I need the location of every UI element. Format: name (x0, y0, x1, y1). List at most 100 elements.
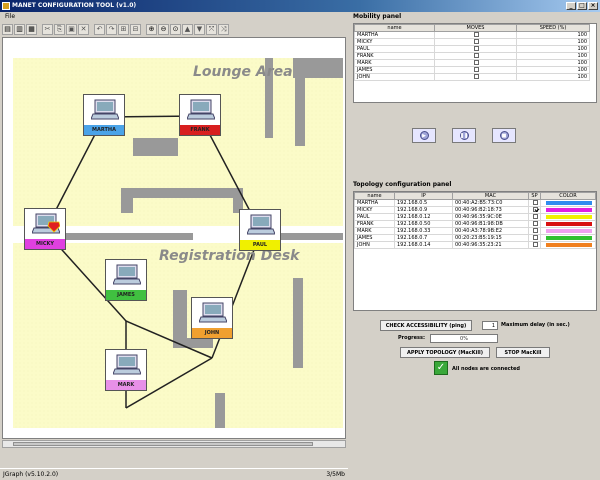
node-mark[interactable]: MARK (105, 349, 147, 391)
moves-checkbox[interactable] (474, 53, 479, 58)
mobility-table[interactable]: name MOVES SPEED (%) MARTHA 100 MICKY 100 PA… (354, 24, 590, 81)
moves-checkbox[interactable] (474, 32, 479, 37)
redo-icon[interactable]: ↷ (106, 23, 117, 35)
topology-color-cell[interactable] (540, 241, 596, 249)
topology-ip-cell[interactable]: 192.168.0.12 (394, 213, 453, 221)
sp-checkbox[interactable] (533, 235, 538, 240)
mobility-row[interactable]: PAUL 100 (354, 45, 590, 53)
topology-ip-cell[interactable]: 192.168.0.50 (394, 220, 453, 228)
topology-mac-cell[interactable]: 00:40:A2:B5:73:C0 (452, 199, 529, 207)
color-swatch[interactable] (545, 236, 593, 240)
sp-checkbox-cell[interactable] (528, 234, 541, 242)
node-micky[interactable]: MICKY (24, 208, 66, 250)
delay-spinner[interactable]: 1 (482, 321, 498, 330)
topology-col-sp[interactable]: SP (528, 192, 541, 200)
scroll-thumb[interactable] (13, 442, 313, 446)
topology-row[interactable]: MICKY 192.168.0.9 00:40:96:B2:18:73 (354, 206, 596, 214)
mobility-speed-cell[interactable]: 100 (516, 52, 590, 60)
mobility-col-name[interactable]: name (354, 24, 435, 32)
mobility-row[interactable]: FRANK 100 (354, 52, 590, 60)
front-icon[interactable]: ▲ (182, 23, 193, 35)
color-swatch[interactable] (545, 243, 593, 247)
new-icon[interactable]: ▤ (2, 23, 13, 35)
topology-row[interactable]: JAMES 192.168.0.7 00:20:23:B5:19:15 (354, 234, 596, 242)
mobility-row[interactable]: JOHN 100 (354, 73, 590, 81)
topology-color-cell[interactable] (540, 227, 596, 235)
topology-ip-cell[interactable]: 192.168.0.7 (394, 234, 453, 242)
close-button[interactable]: × (588, 2, 598, 10)
color-swatch[interactable] (545, 222, 593, 226)
color-swatch[interactable] (545, 201, 593, 205)
maximize-button[interactable]: □ (577, 2, 587, 10)
topology-col-name[interactable]: name (354, 192, 395, 200)
mobility-speed-cell[interactable]: 100 (516, 66, 590, 74)
node-martha[interactable]: MARTHA (83, 94, 125, 136)
moves-checkbox[interactable] (474, 46, 479, 51)
moves-checkbox-cell[interactable] (434, 66, 517, 74)
moves-checkbox[interactable] (474, 74, 479, 79)
moves-checkbox-cell[interactable] (434, 52, 517, 60)
color-swatch[interactable] (545, 215, 593, 219)
sp-checkbox[interactable] (533, 214, 538, 219)
topology-mac-cell[interactable]: 00:40:96:B2:18:73 (452, 206, 529, 214)
mobility-row[interactable]: JAMES 100 (354, 66, 590, 74)
delete-icon[interactable]: ✕ (78, 23, 89, 35)
topology-color-cell[interactable] (540, 206, 596, 214)
sp-checkbox-cell[interactable] (528, 206, 541, 214)
topology-ip-cell[interactable]: 192.168.0.14 (394, 241, 453, 249)
topology-ip-cell[interactable]: 192.168.0.33 (394, 227, 453, 235)
mobility-row[interactable]: MICKY 100 (354, 38, 590, 46)
stop-button[interactable]: ■ (492, 128, 516, 143)
sp-checkbox-cell[interactable] (528, 220, 541, 228)
play-button[interactable]: ▶ (412, 128, 436, 143)
topology-color-cell[interactable] (540, 213, 596, 221)
topology-row[interactable]: MARTHA 192.168.0.5 00:40:A2:B5:73:C0 (354, 199, 596, 207)
sp-checkbox[interactable] (533, 200, 538, 205)
sp-checkbox[interactable] (533, 207, 538, 212)
topology-color-cell[interactable] (540, 234, 596, 242)
zoom-out-icon[interactable]: ⊖ (158, 23, 169, 35)
sp-checkbox-cell[interactable] (528, 213, 541, 221)
node-paul[interactable]: PAUL (239, 209, 281, 251)
topology-mac-cell[interactable]: 00:40:96:35:23:21 (452, 241, 529, 249)
mobility-col-speed[interactable]: SPEED (%) (516, 24, 590, 32)
moves-checkbox-cell[interactable] (434, 38, 517, 46)
mobility-speed-cell[interactable]: 100 (516, 38, 590, 46)
sp-checkbox[interactable] (533, 228, 538, 233)
mobility-speed-cell[interactable]: 100 (516, 45, 590, 53)
ungroup-icon[interactable]: ⊟ (130, 23, 141, 35)
menu-file[interactable]: File (3, 12, 17, 22)
topology-mac-cell[interactable]: 00:40:96:B1:98:DB (452, 220, 529, 228)
topology-row[interactable]: PAUL 192.168.0.12 00:40:96:35:9C:0E (354, 213, 596, 221)
color-swatch[interactable] (545, 208, 593, 212)
moves-checkbox-cell[interactable] (434, 31, 517, 39)
pause-button[interactable]: ❚❚ (452, 128, 476, 143)
topology-mac-cell[interactable]: 00:40:A3:78:9B:E2 (452, 227, 529, 235)
moves-checkbox-cell[interactable] (434, 73, 517, 81)
topology-mac-cell[interactable]: 00:20:23:B5:19:15 (452, 234, 529, 242)
moves-checkbox[interactable] (474, 67, 479, 72)
mobility-speed-cell[interactable]: 100 (516, 59, 590, 67)
save-icon[interactable]: ▦ (26, 23, 37, 35)
node-john[interactable]: JOHN (191, 297, 233, 339)
topology-col-mac[interactable]: MAC (452, 192, 529, 200)
topology-col-ip[interactable]: IP (394, 192, 453, 200)
mobility-col-moves[interactable]: MOVES (434, 24, 517, 32)
copy-icon[interactable]: ⎘ (54, 23, 65, 35)
mobility-speed-cell[interactable]: 100 (516, 31, 590, 39)
minimize-button[interactable]: _ (566, 2, 576, 10)
paste-icon[interactable]: ▣ (66, 23, 77, 35)
undo-icon[interactable]: ↶ (94, 23, 105, 35)
topology-color-cell[interactable] (540, 199, 596, 207)
layout-icon[interactable]: ⤨ (218, 23, 229, 35)
topology-mac-cell[interactable]: 00:40:96:35:9C:0E (452, 213, 529, 221)
topology-ip-cell[interactable]: 192.168.0.9 (394, 206, 453, 214)
sp-checkbox[interactable] (533, 221, 538, 226)
sp-checkbox-cell[interactable] (528, 199, 541, 207)
topology-row[interactable]: JOHN 192.168.0.14 00:40:96:35:23:21 (354, 241, 596, 249)
mobility-speed-cell[interactable]: 100 (516, 73, 590, 81)
sp-checkbox[interactable] (533, 242, 538, 247)
node-james[interactable]: JAMES (105, 259, 147, 301)
cut-icon[interactable]: ✂ (42, 23, 53, 35)
group-icon[interactable]: ⊞ (118, 23, 129, 35)
